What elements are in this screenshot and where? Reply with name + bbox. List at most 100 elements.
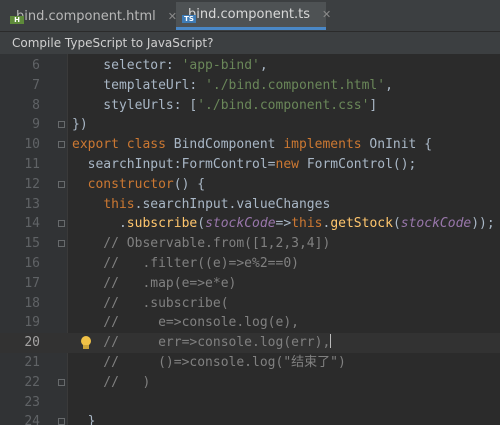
close-icon[interactable]: ✕ (322, 8, 331, 21)
line-number[interactable]: 18 (0, 294, 40, 314)
fold-marker-icon[interactable] (58, 418, 65, 425)
code-text[interactable]: styleUrls: ['./bind.component.css'] (72, 96, 377, 116)
line-number[interactable]: 11 (0, 155, 40, 175)
code-text[interactable]: // .subscribe( (72, 294, 229, 314)
fold-marker-icon[interactable] (58, 378, 65, 386)
code-text[interactable]: .subscribe(stockCode=>this.getStock(stoc… (72, 214, 495, 234)
code-token: styleUrls: [ (72, 97, 198, 113)
code-text[interactable]: } (72, 412, 96, 425)
line-number[interactable]: 14 (0, 214, 40, 234)
code-token: templateUrl: (72, 77, 206, 93)
code-line-14[interactable]: 14 .subscribe(stockCode=>this.getStock(s… (0, 214, 500, 234)
code-token: ( (197, 216, 206, 232)
code-line-8[interactable]: 8 styleUrls: ['./bind.component.css'] (0, 96, 500, 116)
code-text[interactable]: // ) (72, 373, 150, 393)
tab-bind-component-ts[interactable]: TS bind.component.ts ✕ (176, 2, 331, 30)
code-token: this (291, 216, 323, 232)
line-number[interactable]: 15 (0, 234, 40, 254)
code-token: )); (471, 216, 495, 232)
code-token: , (259, 58, 268, 73)
code-line-9[interactable]: 9}) (0, 115, 500, 135)
code-token: // ) (72, 374, 151, 390)
code-token: .searchInput.valueChanges (134, 196, 331, 212)
line-number[interactable]: 10 (0, 135, 40, 155)
fold-marker-icon[interactable] (58, 240, 65, 248)
line-number[interactable]: 19 (0, 313, 40, 333)
code-token: BindComponent (173, 137, 284, 153)
fold-marker-icon[interactable] (58, 121, 65, 129)
code-text[interactable]: searchInput:FormControl=new FormControl(… (72, 155, 417, 175)
code-line-10[interactable]: 10 export class BindComponent implements … (0, 135, 500, 155)
line-number[interactable]: 8 (0, 96, 40, 116)
code-token: FormControl(); (306, 157, 417, 172)
code-text[interactable]: // Observable.from([1,2,3,4]) (72, 234, 330, 254)
code-text[interactable]: // .filter((e)=>e%2==0) (72, 254, 299, 274)
code-line-15[interactable]: 15 // Observable.from([1,2,3,4]) (0, 234, 500, 254)
fold-marker-icon[interactable] (58, 141, 65, 149)
line-number[interactable]: 13 (0, 195, 40, 215)
line-number[interactable]: 6 (0, 56, 40, 76)
fold-marker-icon[interactable] (58, 180, 65, 188)
code-token: new (275, 157, 307, 172)
tab-label: bind.component.html (16, 8, 156, 24)
code-token: OnInit { (369, 137, 433, 153)
line-number[interactable]: 16 (0, 254, 40, 274)
code-token: this (103, 196, 135, 212)
code-text[interactable]: // e=>console.log(e), (72, 313, 299, 333)
code-text[interactable]: export class BindComponent implements On… (72, 135, 432, 155)
compile-typescript-notification[interactable]: Compile TypeScript to JavaScript? (0, 32, 500, 54)
code-line-12[interactable]: 12 constructor() { (0, 175, 500, 195)
code-token: getStock (330, 216, 393, 232)
code-line-20[interactable]: 20 // err=>console.log(err), (0, 333, 500, 354)
code-line-19[interactable]: 19 // e=>console.log(e), (0, 313, 500, 333)
code-line-13[interactable]: 13 this.searchInput.valueChanges (0, 195, 500, 215)
line-number[interactable]: 17 (0, 274, 40, 294)
code-token: => (275, 216, 292, 232)
code-token: stockCode (400, 216, 472, 232)
line-number[interactable]: 9 (0, 115, 40, 135)
code-token: // err=>console.log(err), (72, 335, 331, 351)
code-text[interactable]: // err=>console.log(err), (72, 333, 332, 353)
code-text[interactable]: // ()=>console.log("结束了") (72, 353, 346, 373)
code-line-7[interactable]: 7 templateUrl: './bind.component.html', (0, 76, 500, 96)
line-number[interactable]: 21 (0, 353, 40, 373)
code-token: constructor (87, 176, 174, 192)
code-line-18[interactable]: 18 // .subscribe( (0, 294, 500, 314)
code-token: ( (392, 216, 401, 232)
code-line-6[interactable]: 6 selector: 'app-bind', (0, 56, 500, 76)
code-token: './bind.component.css' (197, 97, 370, 113)
code-line-17[interactable]: 17 // .map(e=>e*e) (0, 274, 500, 294)
code-token: export class (72, 137, 174, 153)
code-token: // .subscribe( (72, 295, 229, 311)
code-line-24[interactable]: 24 } (0, 412, 500, 425)
code-text[interactable]: constructor() { (72, 175, 205, 195)
code-line-23[interactable]: 23 (0, 393, 500, 413)
tab-bind-component-html[interactable]: H bind.component.html ✕ (0, 2, 177, 30)
editor-tab-bar: H bind.component.html ✕ TS bind.componen… (0, 0, 500, 32)
text-caret (330, 334, 332, 349)
code-text[interactable]: // .map(e=>e*e) (72, 274, 236, 294)
code-token: // .map(e=>e*e) (72, 275, 237, 291)
code-text[interactable]: this.searchInput.valueChanges (72, 195, 330, 215)
code-line-22[interactable]: 22 // ) (0, 373, 500, 393)
line-number[interactable]: 23 (0, 393, 40, 413)
code-text[interactable]: selector: 'app-bind', (72, 56, 268, 76)
code-token: . (72, 216, 127, 232)
line-number[interactable]: 24 (0, 412, 40, 425)
code-line-11[interactable]: 11 searchInput:FormControl=new FormContr… (0, 155, 500, 175)
code-token: implements (283, 137, 370, 153)
code-line-21[interactable]: 21 // ()=>console.log("结束了") (0, 353, 500, 373)
code-token: // e=>console.log(e), (72, 315, 299, 331)
code-text[interactable]: }) (72, 115, 88, 135)
line-number[interactable]: 7 (0, 76, 40, 96)
tab-label: bind.component.ts (188, 7, 311, 22)
code-text[interactable]: templateUrl: './bind.component.html', (72, 76, 393, 96)
line-number[interactable]: 12 (0, 175, 40, 195)
code-line-16[interactable]: 16 // .filter((e)=>e%2==0) (0, 254, 500, 274)
fold-marker-icon[interactable] (58, 220, 65, 228)
line-number[interactable]: 22 (0, 373, 40, 393)
line-number[interactable]: 20 (0, 333, 40, 353)
code-token: () { (173, 176, 206, 192)
code-token: // ()=>console.log("结束了") (72, 355, 346, 370)
